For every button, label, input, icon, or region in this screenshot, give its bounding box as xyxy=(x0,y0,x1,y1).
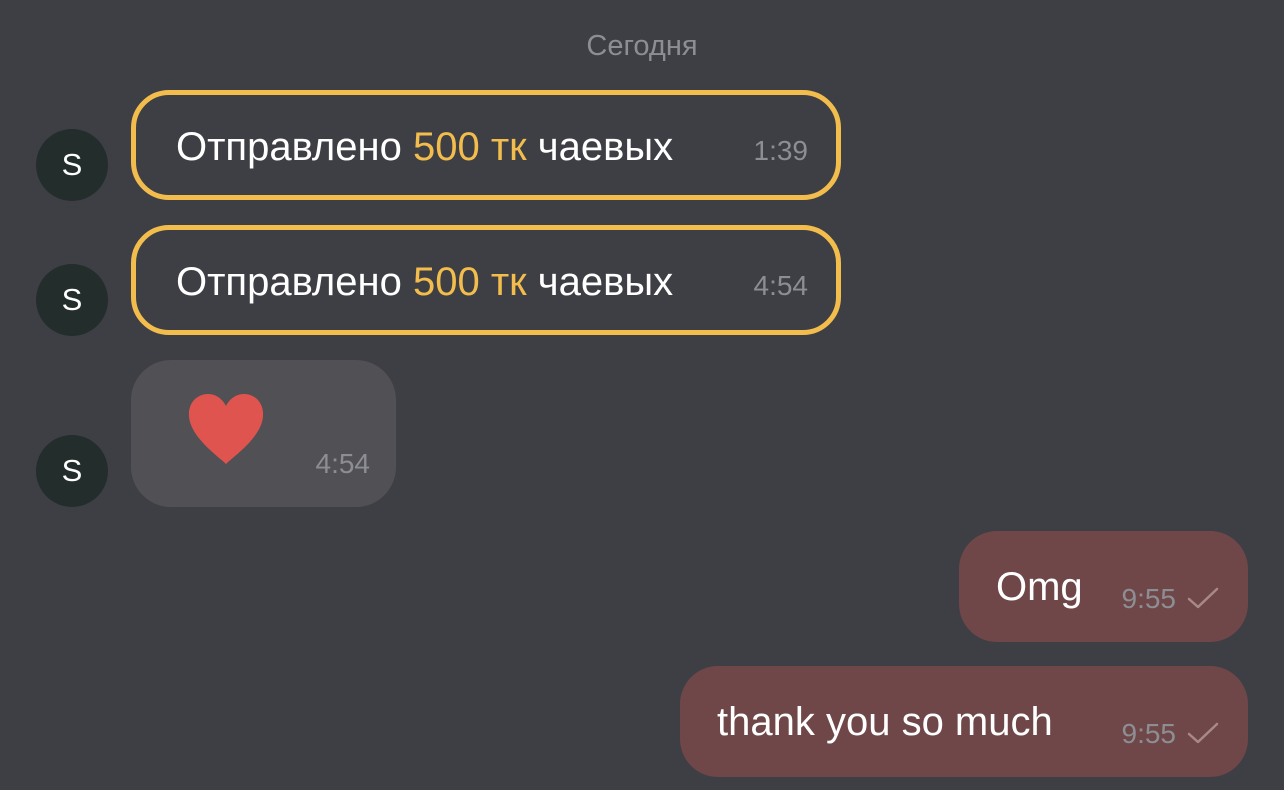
message-time: 9:55 xyxy=(1121,583,1177,614)
avatar[interactable]: S xyxy=(36,264,108,336)
tip-suffix: чаевых xyxy=(537,125,674,169)
heart-icon xyxy=(188,394,264,464)
message-time: 4:54 xyxy=(753,270,809,301)
tip-message[interactable]: Отправлено 500 тк чаевых 4:54 xyxy=(131,225,841,335)
date-separator: Сегодня xyxy=(586,30,698,62)
message-time: 1:39 xyxy=(753,135,809,166)
tip-amount: 500 тк xyxy=(412,260,527,304)
avatar[interactable]: S xyxy=(36,129,108,201)
tip-suffix: чаевых xyxy=(537,260,674,304)
tip-text: Отправлено 500 тк чаевых xyxy=(176,125,673,170)
tip-prefix: Отправлено xyxy=(176,125,402,169)
message-time: 9:55 xyxy=(1121,718,1177,749)
tip-prefix: Отправлено xyxy=(176,260,402,304)
avatar[interactable]: S xyxy=(36,435,108,507)
outgoing-message[interactable]: thank you so much 9:55 xyxy=(680,666,1248,777)
outgoing-message[interactable]: Omg 9:55 xyxy=(959,531,1248,642)
tip-text: Отправлено 500 тк чаевых xyxy=(176,260,673,305)
tip-message[interactable]: Отправлено 500 тк чаевых 1:39 xyxy=(131,90,841,200)
chat-view: Сегодня S Отправлено 500 тк чаевых 1:39 … xyxy=(0,0,1284,790)
message-text: Omg xyxy=(996,565,1083,609)
check-icon xyxy=(1187,587,1219,609)
message-time: 4:54 xyxy=(315,448,371,479)
tip-amount: 500 тк xyxy=(412,125,527,169)
check-icon xyxy=(1187,722,1219,744)
message-text: thank you so much xyxy=(717,700,1053,744)
